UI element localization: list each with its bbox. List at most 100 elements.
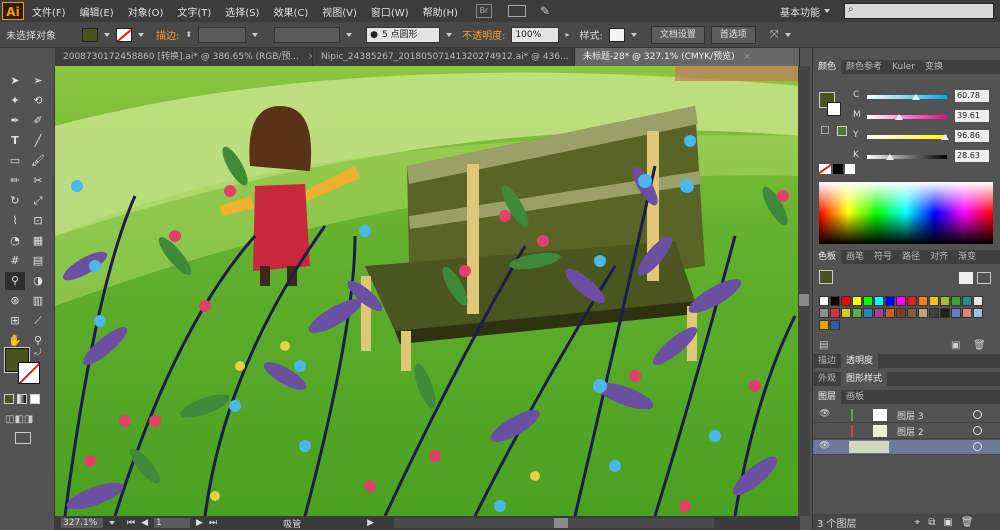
channel-value-field[interactable]: 60.78 <box>955 90 989 102</box>
tab-brushes[interactable]: 画笔 <box>841 250 869 264</box>
tab-transform[interactable]: 变换 <box>920 60 948 74</box>
delete-layer-icon[interactable]: 🗑 <box>961 517 974 528</box>
swatch[interactable] <box>830 308 840 318</box>
slider-track[interactable] <box>867 135 947 139</box>
channel-value-field[interactable]: 39.61 <box>955 110 989 122</box>
chevron-down-icon[interactable] <box>109 521 115 525</box>
color-stroke-box[interactable] <box>827 102 841 116</box>
swatch[interactable] <box>973 308 983 318</box>
swatch[interactable] <box>907 308 917 318</box>
swatch-fill-box[interactable] <box>819 270 833 284</box>
fill-swatch[interactable] <box>82 27 98 42</box>
stroke-label[interactable]: 描边: <box>156 27 179 42</box>
document-setup-button[interactable]: 文档设置 <box>650 25 705 44</box>
slider-track[interactable] <box>867 115 947 119</box>
swatch[interactable] <box>830 320 840 330</box>
swatch[interactable] <box>852 296 862 306</box>
vertical-scrollbar[interactable] <box>798 66 810 516</box>
visibility-eye-icon[interactable]: 👁 <box>819 409 830 419</box>
none-swatch[interactable] <box>819 164 831 174</box>
page-number-field[interactable]: 1 <box>154 518 191 528</box>
slider-thumb[interactable] <box>895 114 903 120</box>
prev-page-icon[interactable]: ◀ <box>141 518 148 528</box>
swatch[interactable] <box>951 308 961 318</box>
tab-gradient[interactable]: 渐变 <box>953 250 981 264</box>
draw-mode-icon[interactable]: ◫◧◨ <box>5 414 33 425</box>
list-view-icon[interactable] <box>959 272 973 284</box>
color-slider-c[interactable]: C 60.78 <box>843 90 993 104</box>
target-circle-icon[interactable] <box>973 426 982 435</box>
shape-builder-tool-icon[interactable]: ◔ <box>5 232 25 250</box>
artboard-canvas[interactable] <box>55 66 800 516</box>
zoom-field[interactable]: 327.1% <box>61 518 103 528</box>
color-slider-k[interactable]: K 28.63 <box>843 150 993 164</box>
perspective-grid-tool-icon[interactable]: ▦ <box>28 232 48 250</box>
scale-tool-icon[interactable]: ⤢ <box>28 192 48 210</box>
swatch[interactable] <box>973 296 983 306</box>
menu-effect[interactable]: 效果(C) <box>273 4 308 19</box>
grid-view-icon[interactable] <box>977 272 991 284</box>
chevron-down-icon[interactable] <box>824 9 830 13</box>
out-of-gamut-icon[interactable] <box>821 126 829 134</box>
new-layer-icon[interactable]: ▣ <box>943 517 952 528</box>
brush-definition-field[interactable]: ● 5 点圆形 <box>366 26 441 43</box>
swatch[interactable] <box>951 296 961 306</box>
layer-row-3[interactable]: 👁 图层 3 <box>813 408 1000 423</box>
line-tool-icon[interactable]: ╱ <box>28 132 48 150</box>
tab-symbols[interactable]: 符号 <box>869 250 897 264</box>
blend-tool-icon[interactable]: ◑ <box>28 272 48 290</box>
swatch[interactable] <box>841 296 851 306</box>
stroke-swatch-none[interactable] <box>116 27 132 42</box>
tab-pathfinder[interactable]: 路径 <box>897 250 925 264</box>
scroll-thumb[interactable] <box>554 518 568 528</box>
swatch[interactable] <box>907 296 917 306</box>
variable-width-field[interactable] <box>274 26 341 43</box>
swatch[interactable] <box>885 308 895 318</box>
stroke-color-box[interactable] <box>18 362 40 384</box>
search-input[interactable]: ⌕ <box>844 3 994 19</box>
pencil-tool-icon[interactable]: ✏ <box>5 172 25 190</box>
menu-view[interactable]: 视图(V) <box>322 4 357 19</box>
arrange-documents-icon[interactable] <box>507 5 526 17</box>
eraser-tool-icon[interactable]: ✂ <box>28 172 48 190</box>
layer-row-1[interactable]: 👁 <box>813 440 1000 455</box>
chevron-down-icon[interactable] <box>446 32 453 37</box>
tab-layers[interactable]: 图层 <box>813 390 842 404</box>
swatch[interactable] <box>962 308 972 318</box>
swatch[interactable] <box>819 320 829 330</box>
tab-document-3[interactable]: 未标题-28* @ 327.1% (CMYK/预览) × <box>575 48 800 66</box>
color-spectrum[interactable] <box>819 182 993 244</box>
slice-tool-icon[interactable]: ⟋ <box>28 312 48 330</box>
slider-thumb[interactable] <box>911 94 920 100</box>
swatch[interactable] <box>863 308 873 318</box>
swatch[interactable] <box>885 296 895 306</box>
color-slider-m[interactable]: M 39.61 <box>843 110 993 124</box>
graphic-style-swatch[interactable] <box>608 27 625 42</box>
tab-document-2[interactable]: Nipic_24385267_20180507141320274912.ai* … <box>313 48 575 66</box>
tab-artboards[interactable]: 画板 <box>841 390 869 404</box>
slider-track[interactable] <box>867 155 947 159</box>
lasso-tool-icon[interactable]: ⟲ <box>28 92 48 110</box>
menu-edit[interactable]: 编辑(E) <box>80 4 114 19</box>
target-circle-icon[interactable] <box>973 410 982 419</box>
menu-select[interactable]: 选择(S) <box>225 4 259 19</box>
last-page-icon[interactable]: ⏭ <box>209 518 217 528</box>
channel-value-field[interactable]: 28.63 <box>955 150 989 162</box>
tab-swatches[interactable]: 色板 <box>813 250 842 264</box>
swatch[interactable] <box>819 308 829 318</box>
swatch[interactable] <box>940 308 950 318</box>
swatch[interactable] <box>852 308 862 318</box>
chevron-down-icon[interactable] <box>104 32 110 37</box>
swatch[interactable] <box>874 296 884 306</box>
rotate-tool-icon[interactable]: ↻ <box>5 192 25 210</box>
gpu-icon[interactable]: ✎ <box>540 4 550 18</box>
chevron-right-icon[interactable]: ▸ <box>565 30 569 39</box>
direct-selection-tool-icon[interactable]: ➢ <box>28 72 48 90</box>
new-swatch-icon[interactable]: ▣ <box>951 340 960 351</box>
chevron-down-icon[interactable] <box>252 32 259 37</box>
swatch[interactable] <box>962 296 972 306</box>
curvature-tool-icon[interactable]: ✐ <box>28 112 48 130</box>
magic-wand-tool-icon[interactable]: ✦ <box>5 92 25 110</box>
pen-tool-icon[interactable]: ✒ <box>5 112 25 130</box>
type-tool-icon[interactable]: T <box>5 132 25 150</box>
